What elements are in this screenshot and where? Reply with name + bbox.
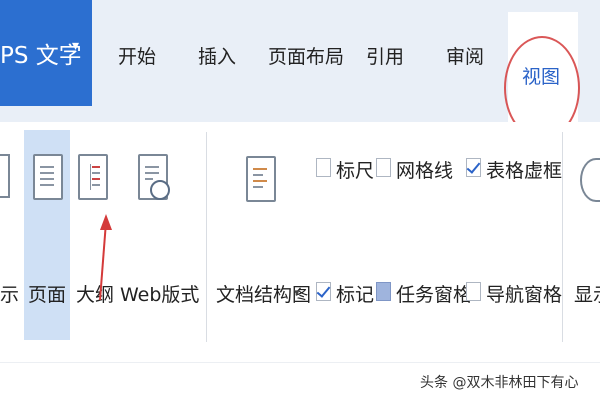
annotation-arrow bbox=[99, 214, 112, 301]
watermark-text: 头条 @双木非林田下有心 bbox=[420, 375, 579, 391]
